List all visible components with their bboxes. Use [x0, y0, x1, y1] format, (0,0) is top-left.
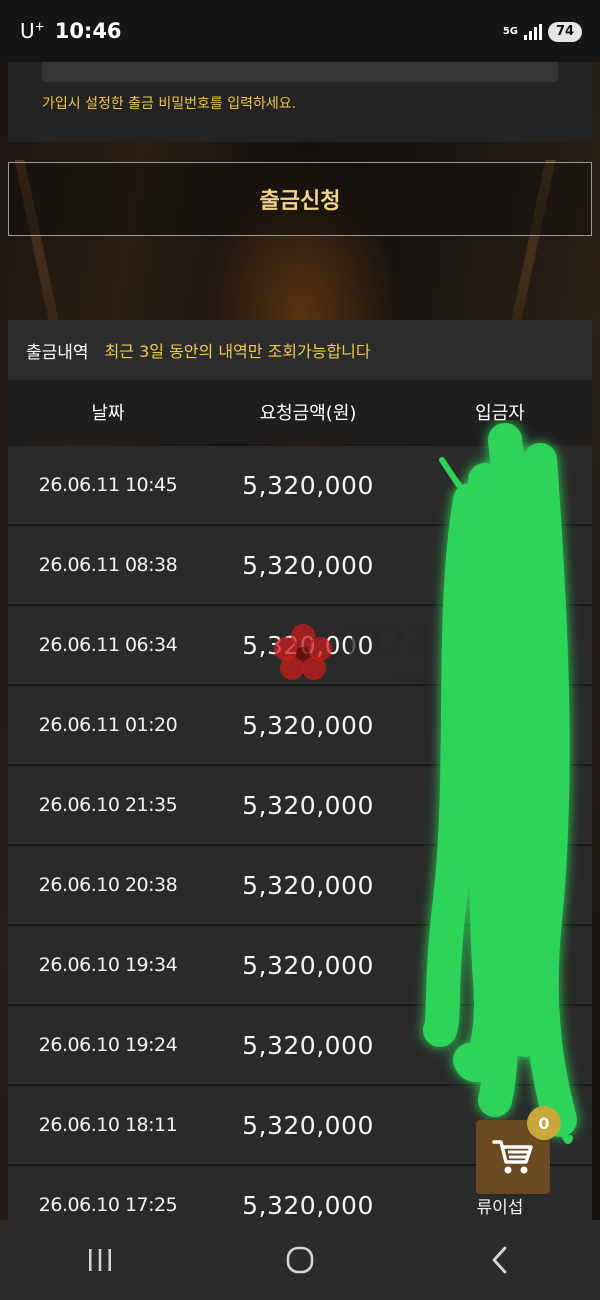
recent-apps-button[interactable] [60, 1230, 140, 1290]
status-bar: U+ 10:46 5G 74 [0, 0, 600, 62]
row-amount: 5,320,000 [242, 1190, 374, 1220]
row-depositor: 류이섭 [476, 1197, 524, 1218]
withdraw-request-button[interactable]: 출금신청 [8, 162, 592, 236]
row-amount: 5,320,000 [242, 1110, 374, 1140]
back-icon [492, 1246, 507, 1274]
row-amount: 5,320,000 [242, 550, 374, 580]
table-row: 26.06.11 10:45 5,320,000 [8, 446, 592, 526]
column-header-depositor: 입금자 [475, 403, 525, 424]
carrier-label: U+ [20, 19, 45, 43]
row-date: 26.06.10 21:35 [38, 794, 178, 816]
battery-icon: 74 [548, 22, 582, 42]
row-date: 26.06.10 18:11 [38, 1114, 178, 1136]
table-row: 26.06.11 08:38 5,320,000 [8, 526, 592, 606]
home-button[interactable] [260, 1230, 340, 1290]
row-date: 26.06.11 01:20 [38, 714, 178, 736]
cart-count-badge: 0 [527, 1106, 561, 1140]
table-row: 26.06.11 01:20 5,320,000 [8, 686, 592, 766]
home-icon [286, 1246, 314, 1274]
table-row: 26.06.10 19:34 5,320,000 [8, 926, 592, 1006]
row-date: 26.06.10 20:38 [38, 874, 178, 896]
row-amount: 5,320,000 [242, 950, 374, 980]
shopping-cart-icon [492, 1140, 533, 1174]
table-row: 26.06.10 20:38 5,320,000 [8, 846, 592, 926]
history-title: 출금내역 [26, 342, 89, 363]
column-header-date: 날짜 [91, 403, 125, 424]
row-date: 26.06.10 19:24 [38, 1034, 178, 1056]
network-badge: 5G [502, 26, 518, 37]
table-header: 날짜 요청금액(원) 입금자 [8, 380, 592, 444]
withdraw-password-input[interactable] [42, 62, 558, 82]
recent-apps-icon [89, 1249, 111, 1271]
row-amount: 5,320,000 [242, 870, 374, 900]
row-amount: 5,320,000 [242, 710, 374, 740]
status-time: 10:46 [54, 19, 122, 43]
status-icons: 5G 74 [503, 22, 582, 42]
row-date: 26.06.11 08:38 [38, 554, 178, 576]
column-header-amount: 요청금액(원) [259, 403, 357, 424]
password-hint: 가입시 설정한 출금 비밀번호를 입력하세요. [42, 96, 297, 112]
password-panel: 가입시 설정한 출금 비밀번호를 입력하세요. [8, 62, 592, 142]
row-amount: 5,320,000 [242, 630, 374, 660]
row-amount: 5,320,000 [242, 470, 374, 500]
row-date: 26.06.10 19:34 [38, 954, 178, 976]
row-date: 26.06.11 10:45 [38, 474, 178, 496]
row-amount: 5,320,000 [242, 1030, 374, 1060]
table-row: 26.06.11 06:34 5,320,000 [8, 606, 592, 686]
table-row: 26.06.10 19:24 5,320,000 [8, 1006, 592, 1086]
system-nav-bar [0, 1220, 600, 1300]
history-header: 출금내역 최근 3일 동안의 내역만 조회가능합니다 [8, 320, 592, 380]
row-date: 26.06.10 17:25 [38, 1194, 178, 1216]
signal-icon [524, 24, 542, 40]
row-amount: 5,320,000 [242, 790, 374, 820]
table-row: 26.06.10 21:35 5,320,000 [8, 766, 592, 846]
row-date: 26.06.11 06:34 [38, 634, 178, 656]
back-button[interactable] [460, 1230, 540, 1290]
history-note: 최근 3일 동안의 내역만 조회가능합니다 [104, 342, 371, 361]
